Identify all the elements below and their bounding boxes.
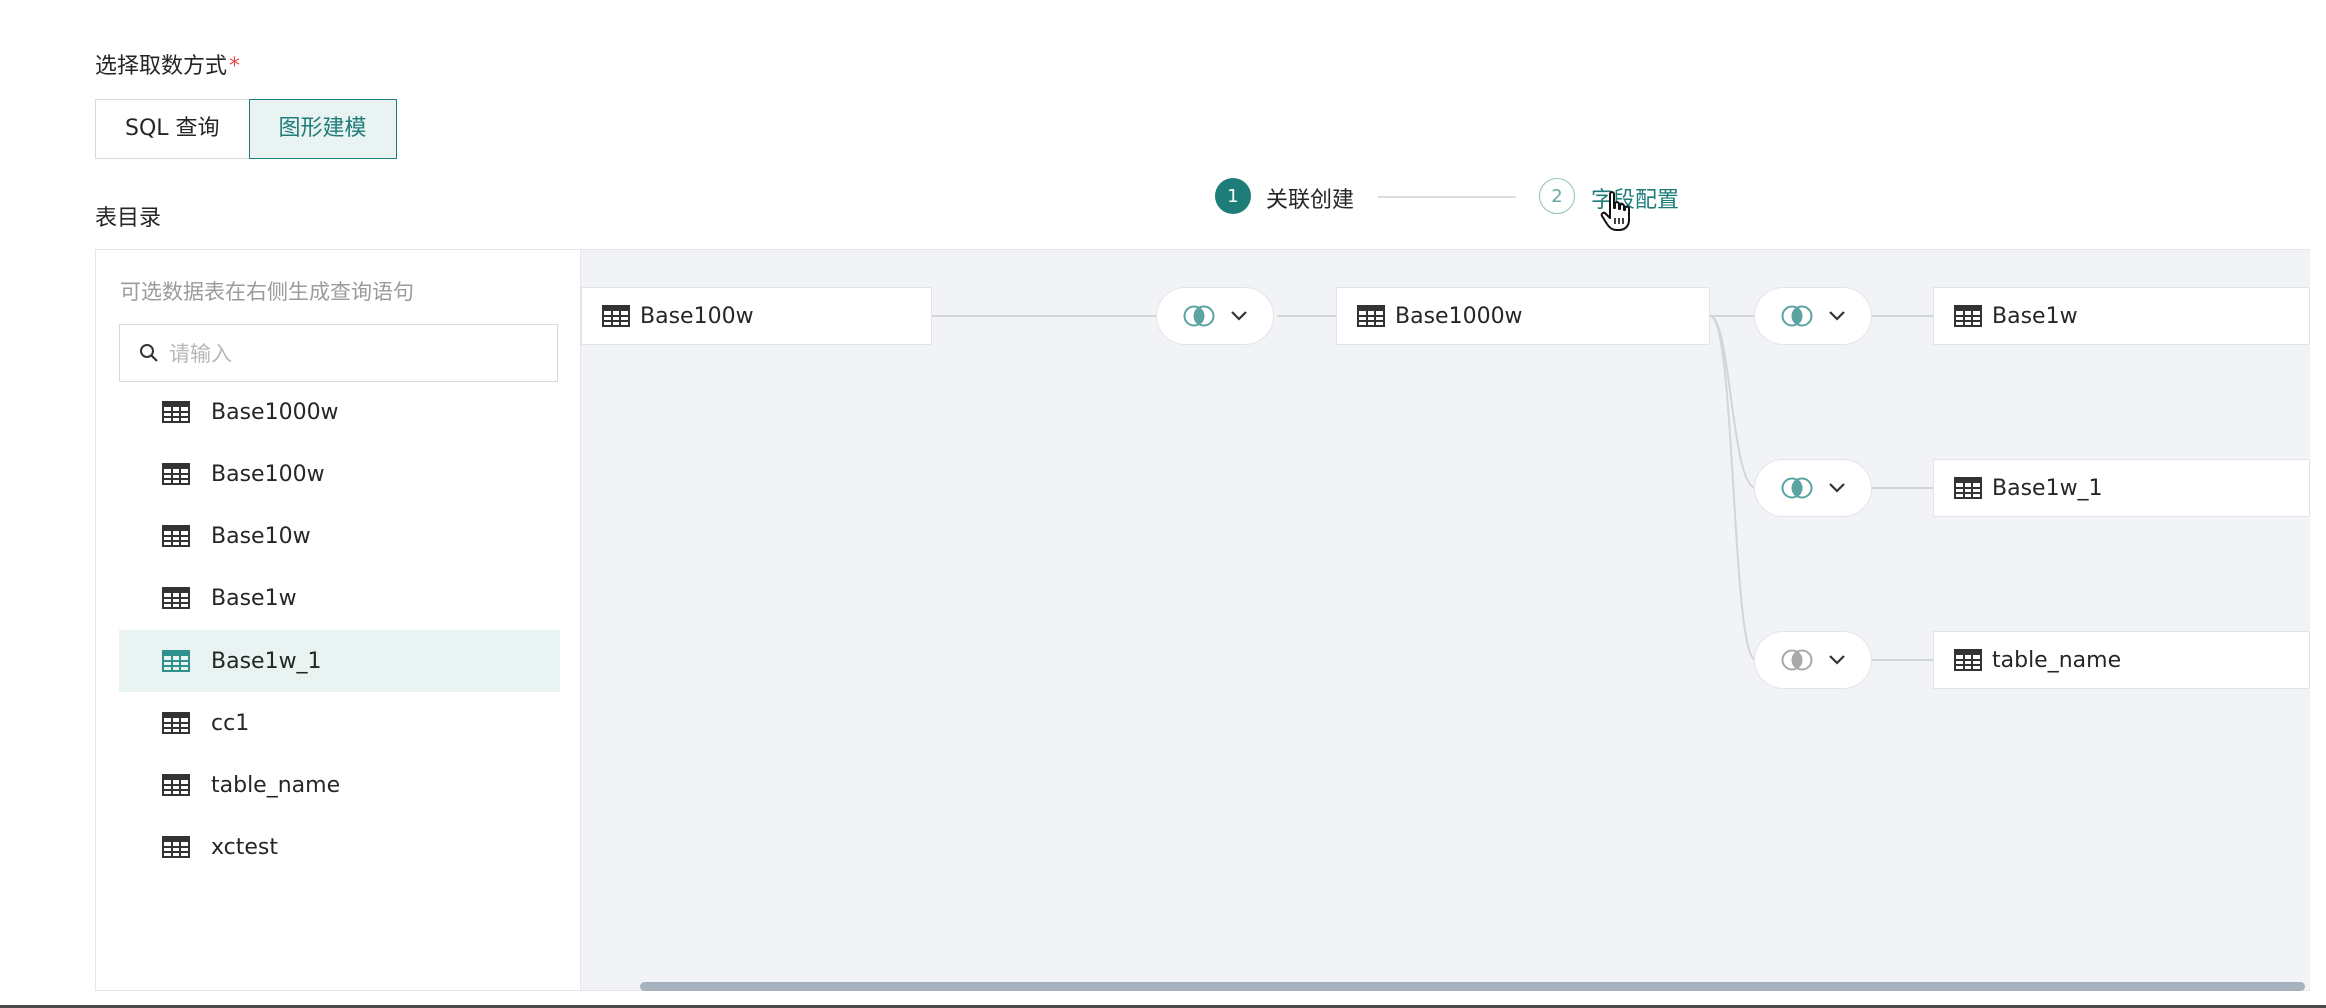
venn-join-icon xyxy=(1780,477,1814,499)
table-list-item[interactable]: Base1w xyxy=(119,567,560,629)
link-curve xyxy=(1709,315,1757,489)
table-name: Base1w_1 xyxy=(211,648,322,674)
table-name: Base1000w xyxy=(211,399,339,425)
table-directory-label: 表目录 xyxy=(95,206,162,231)
table-icon xyxy=(162,650,190,672)
table-list-item[interactable]: cc1 xyxy=(119,692,560,754)
canvas-node[interactable]: table_name xyxy=(1933,631,2310,689)
canvas-connectors xyxy=(931,315,1933,661)
node-name: table_name xyxy=(1992,647,2122,673)
table-icon xyxy=(1954,649,1982,671)
table-icon xyxy=(162,587,190,609)
chevron-down-icon xyxy=(1828,310,1846,322)
chevron-down-icon xyxy=(1828,482,1846,494)
graphic-modeling-button[interactable]: 图形建模 xyxy=(248,99,397,159)
table-icon xyxy=(162,525,190,547)
method-toggle: SQL 查询 图形建模 xyxy=(95,99,397,159)
join-selector[interactable] xyxy=(1156,287,1274,345)
node-name: Base1000w xyxy=(1395,303,1523,329)
required-mark: * xyxy=(229,54,241,79)
table-icon xyxy=(602,305,630,327)
table-name: table_name xyxy=(211,772,341,798)
table-list-item[interactable]: Base1000w xyxy=(119,381,560,443)
join-selector[interactable] xyxy=(1754,287,1872,345)
venn-join-icon xyxy=(1780,649,1814,671)
canvas-node[interactable]: Base100w xyxy=(581,287,932,345)
step-1-circle[interactable]: 1 xyxy=(1215,178,1251,214)
method-label: 选择取数方式* xyxy=(95,48,240,80)
table-icon xyxy=(1954,477,1982,499)
venn-join-icon xyxy=(1182,305,1216,327)
method-label-text: 选择取数方式 xyxy=(95,54,228,79)
chevron-down-icon xyxy=(1230,310,1248,322)
table-search-field[interactable]: 请输入 xyxy=(119,324,558,382)
table-name: Base1w xyxy=(211,585,297,611)
table-name: xctest xyxy=(211,834,278,860)
search-input[interactable]: 请输入 xyxy=(169,338,232,368)
sidebar-hint: 可选数据表在右侧生成查询语句 xyxy=(120,280,414,304)
step-2-circle[interactable]: 2 xyxy=(1539,178,1575,214)
sql-query-button[interactable]: SQL 查询 xyxy=(95,99,250,159)
table-icon xyxy=(1954,305,1982,327)
table-list-item[interactable]: xctest xyxy=(119,816,560,878)
chevron-down-icon xyxy=(1828,654,1846,666)
hand-cursor-icon xyxy=(1600,190,1636,238)
search-icon xyxy=(139,343,159,363)
table-name: Base100w xyxy=(211,461,325,487)
model-canvas[interactable]: Base100w Base1000w Base1w Base1w_1 table… xyxy=(581,250,2310,990)
canvas-node[interactable]: Base1000w xyxy=(1336,287,1710,345)
venn-join-icon xyxy=(1780,305,1814,327)
table-name: Base10w xyxy=(211,523,311,549)
table-name: cc1 xyxy=(211,710,250,736)
canvas-scrollbar-thumb[interactable] xyxy=(640,982,2305,991)
step-1-label[interactable]: 关联创建 xyxy=(1266,182,1354,214)
join-selector[interactable] xyxy=(1754,631,1872,689)
node-name: Base100w xyxy=(640,303,754,329)
table-list-item[interactable]: Base10w xyxy=(119,505,560,567)
table-list-item[interactable]: table_name xyxy=(119,754,560,816)
canvas-node[interactable]: Base1w xyxy=(1933,287,2310,345)
table-icon xyxy=(162,774,190,796)
node-name: Base1w_1 xyxy=(1992,475,2103,501)
table-list-item[interactable]: Base100w xyxy=(119,443,560,505)
table-icon xyxy=(162,712,190,734)
table-list-item-selected[interactable]: Base1w_1 xyxy=(119,630,560,692)
table-icon xyxy=(1357,305,1385,327)
table-icon xyxy=(162,836,190,858)
node-name: Base1w xyxy=(1992,303,2078,329)
table-icon xyxy=(162,463,190,485)
join-selector[interactable] xyxy=(1754,459,1872,517)
link-curve xyxy=(1709,315,1757,661)
table-icon xyxy=(162,401,190,423)
canvas-node[interactable]: Base1w_1 xyxy=(1933,459,2310,517)
step-connector xyxy=(1378,196,1516,198)
